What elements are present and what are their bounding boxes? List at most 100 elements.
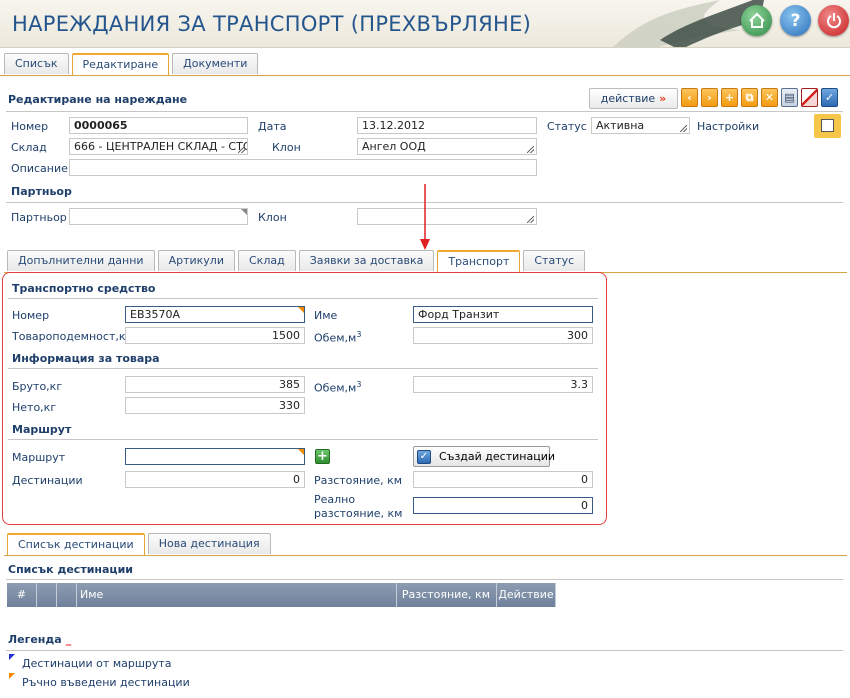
net-label: Нето,кг	[12, 401, 57, 414]
volume-field[interactable]: 300	[413, 327, 593, 344]
action-button[interactable]: действие»	[589, 88, 678, 109]
partner-label: Партньор	[11, 211, 67, 224]
warehouse-field[interactable]: 666 - ЦЕНТРАЛЕН СКЛАД - СТОКА	[69, 138, 248, 155]
description-label: Описание	[11, 162, 68, 175]
tab-list[interactable]: Списък	[4, 53, 69, 74]
blue-corner-icon	[9, 654, 15, 660]
action-label: действие	[600, 92, 656, 105]
date-field[interactable]: 13.12.2012	[357, 117, 537, 134]
cargo-divider	[8, 368, 598, 369]
print-button[interactable]: ▤	[781, 88, 798, 107]
tab-transport[interactable]: Транспорт	[437, 250, 521, 272]
partner-field[interactable]	[69, 208, 248, 225]
tab-status[interactable]: Статус	[523, 250, 586, 271]
branch-label: Клон	[272, 141, 301, 154]
copy-button[interactable]: ⧉	[741, 88, 758, 107]
capacity-field[interactable]: 1500	[125, 327, 305, 344]
vehicle-number-value: ЕВ3570А	[130, 308, 181, 321]
destination-tabs: Списък дестинации Нова дестинация	[7, 533, 274, 555]
legend-item-route: Дестинации от маршрута	[9, 654, 172, 670]
net-field[interactable]: 330	[125, 397, 305, 414]
tabs-underline	[0, 75, 850, 76]
tab-articles[interactable]: Артикули	[157, 250, 235, 271]
save-button[interactable]: ✓	[821, 88, 838, 107]
add-button[interactable]: +	[721, 88, 738, 107]
warehouse-value: 666 - ЦЕНТРАЛЕН СКЛАД - СТОКА	[74, 140, 248, 153]
legend-item-manual: Ръчно въведени дестинации	[9, 673, 190, 689]
volume-label-text: Обем,м	[314, 331, 357, 345]
settings-checkbox-wrap	[814, 114, 841, 138]
logout-button[interactable]	[818, 5, 849, 36]
distance-field[interactable]: 0	[413, 471, 593, 488]
description-field[interactable]	[69, 159, 537, 176]
print-icon: ▤	[784, 91, 795, 104]
number-field[interactable]: 0000065	[69, 117, 248, 134]
edit-section-title: Редактиране на нареждане	[8, 93, 188, 106]
vehicle-divider	[8, 298, 598, 299]
tab-destination-list[interactable]: Списък дестинации	[7, 533, 145, 555]
check-icon: ✓	[824, 91, 835, 104]
route-section-title: Маршрут	[12, 423, 72, 436]
destinations-field[interactable]: 0	[125, 471, 305, 488]
route-label: Маршрут	[12, 451, 66, 464]
create-destinations-label: Създай дестинации	[439, 450, 555, 463]
column-header-name[interactable]: Име	[77, 583, 397, 607]
status-select[interactable]: Активна	[591, 117, 690, 134]
real-distance-field[interactable]: 0	[413, 497, 593, 514]
plus-icon: +	[317, 449, 328, 464]
destination-tabs-underline	[4, 555, 847, 556]
plus-icon: +	[724, 91, 735, 104]
tab-documents[interactable]: Документи	[172, 53, 259, 74]
delete-button[interactable]: ✕	[761, 88, 778, 107]
volume-label-sup: 3	[356, 330, 362, 339]
vehicle-number-label: Номер	[12, 309, 50, 322]
vehicle-number-field[interactable]: ЕВ3570А	[125, 306, 305, 323]
cancel-button[interactable]	[801, 88, 818, 107]
distance-label: Разстояние, км	[314, 474, 403, 487]
route-field[interactable]	[125, 448, 305, 465]
settings-checkbox[interactable]	[821, 119, 834, 132]
legend-title: Легенда _	[8, 633, 71, 646]
column-header-number[interactable]: #	[7, 583, 37, 607]
help-button[interactable]: ?	[780, 5, 811, 36]
partner-branch-field[interactable]	[357, 208, 537, 225]
legend-item-route-label: Дестинации от маршрута	[22, 657, 172, 670]
partner-branch-label: Клон	[258, 211, 287, 224]
edit-divider	[6, 111, 843, 112]
gross-field[interactable]: 385	[125, 376, 305, 393]
destination-list-divider	[6, 579, 843, 580]
destination-list-title: Списък дестинации	[8, 563, 134, 576]
cargo-volume-label-sup: 3	[356, 380, 362, 389]
tab-new-destination[interactable]: Нова дестинация	[147, 533, 271, 554]
tab-edit[interactable]: Редактиране	[71, 53, 170, 75]
vehicle-name-field[interactable]: Форд Транзит	[413, 306, 593, 323]
main-tabs: Списък Редактиране Документи	[4, 53, 261, 75]
column-header-marker	[37, 583, 57, 607]
create-destinations-button[interactable]: ✓ Създай дестинации	[413, 446, 555, 467]
legend-underscore: _	[65, 633, 72, 646]
home-button[interactable]	[741, 5, 772, 36]
branch-field[interactable]: Ангел ООД	[357, 138, 537, 155]
legend-item-manual-label: Ръчно въведени дестинации	[22, 676, 190, 689]
tab-delivery-requests[interactable]: Заявки за доставка	[298, 250, 435, 271]
column-header-distance[interactable]: Разстояние, км	[397, 583, 497, 607]
tab-warehouse[interactable]: Склад	[238, 250, 296, 271]
cargo-section-title: Информация за товара	[12, 352, 160, 365]
vehicle-name-label: Име	[314, 309, 338, 322]
check-icon: ✓	[417, 450, 431, 464]
action-chevron-icon: »	[659, 92, 667, 105]
orange-corner-icon	[9, 673, 15, 679]
real-distance-label-2: разстояние, км	[314, 507, 403, 520]
route-divider	[8, 439, 598, 440]
detail-tabs: Допълнителни данни Артикули Склад Заявки…	[7, 250, 588, 272]
status-value: Активна	[596, 119, 645, 132]
home-icon	[748, 12, 765, 28]
prev-button[interactable]: ‹	[681, 88, 698, 107]
volume-label: Обем,м3	[314, 330, 361, 345]
lookup-marker-icon	[298, 307, 304, 313]
cargo-volume-field[interactable]: 3.3	[413, 376, 593, 393]
tab-additional-data[interactable]: Допълнителни данни	[7, 250, 155, 271]
next-button[interactable]: ›	[701, 88, 718, 107]
add-route-button[interactable]: +	[315, 449, 330, 464]
annotation-arrow-icon	[420, 184, 430, 250]
